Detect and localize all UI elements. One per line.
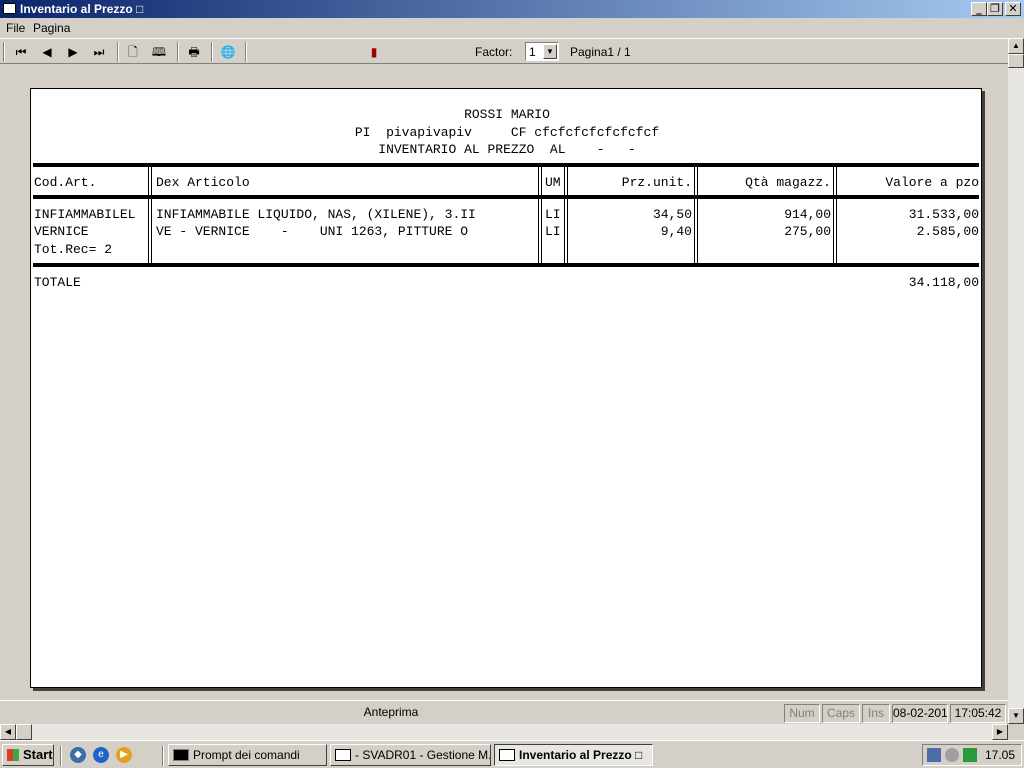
column-header-dex: Dex Articolo xyxy=(156,175,250,190)
task-inventario-al-prezzo[interactable]: Inventario al Prezzo □ xyxy=(494,744,653,766)
scroll-down-icon[interactable]: ▼ xyxy=(1008,708,1024,724)
single-page-icon[interactable]: 🗋 xyxy=(124,43,142,61)
cell-qta: 275,00 xyxy=(784,224,831,239)
status-date: 08-02-2016 xyxy=(892,704,948,723)
tray-app-icon[interactable] xyxy=(945,748,959,762)
column-header-qta: Qtà magazz. xyxy=(745,175,831,190)
minimize-button[interactable]: _ xyxy=(971,2,987,16)
menu-bar: File Pagina xyxy=(0,18,1024,38)
cell-qta: 914,00 xyxy=(784,207,831,222)
tray-security-icon[interactable] xyxy=(963,748,977,762)
status-time: 17:05:42 xyxy=(950,704,1006,723)
toolbar-separator xyxy=(177,42,179,62)
scroll-right-icon[interactable]: ▶ xyxy=(992,724,1008,740)
cell-cod: VERNICE xyxy=(34,224,89,239)
windows-flag-icon xyxy=(7,749,19,761)
status-ins: Ins xyxy=(862,704,890,723)
toolbar: ⏮ ◀ ▶ ⏭ 🗋 🕮 🖶 🌐 ▮ Factor: 1 ▼ Pagina1 / … xyxy=(0,38,1008,64)
body-bottom-rule xyxy=(33,263,979,267)
title-bar: Inventario al Prezzo □ _ ❐ ✕ xyxy=(0,0,1024,18)
report-title: INVENTARIO AL PREZZO AL - - xyxy=(378,142,636,157)
column-separator xyxy=(538,163,542,267)
page-indicator: Pagina1 / 1 xyxy=(570,45,631,59)
column-header-cod: Cod.Art. xyxy=(34,175,97,190)
taskbar-clock: 17.05 xyxy=(985,748,1016,762)
network-icon[interactable] xyxy=(927,748,941,762)
cell-um: LI xyxy=(545,224,561,239)
hscroll-thumb[interactable] xyxy=(16,724,32,740)
show-desktop-icon[interactable]: ◆ xyxy=(70,747,86,763)
header-bottom-rule xyxy=(33,195,979,199)
column-header-prz: Prz.unit. xyxy=(621,175,692,190)
window-icon xyxy=(499,749,515,761)
taskbar: Start ◆ e ▶ Prompt dei comandi - SVADR01… xyxy=(0,740,1024,768)
internet-explorer-icon[interactable]: e xyxy=(93,747,109,763)
column-separator xyxy=(694,163,698,267)
menu-pagina[interactable]: Pagina xyxy=(33,21,70,35)
status-num: Num xyxy=(784,704,820,723)
close-button[interactable]: ✕ xyxy=(1005,2,1021,16)
toolbar-separator xyxy=(117,42,119,62)
column-separator xyxy=(564,163,568,267)
report-fiscal-line: PI pivapivapiv CF cfcfcfcfcfcfcfcf xyxy=(354,125,660,140)
window-icon xyxy=(335,749,351,761)
report-company: ROSSI MARIO xyxy=(464,107,550,122)
scroll-left-icon[interactable]: ◀ xyxy=(0,724,16,740)
console-icon xyxy=(173,749,189,761)
two-pages-icon[interactable]: 🕮 xyxy=(150,43,168,61)
chevron-down-icon[interactable]: ▼ xyxy=(543,44,557,59)
status-bar: Anteprima Num Caps Ins 08-02-2016 17:05:… xyxy=(0,700,1008,724)
cell-dex: VE - VERNICE - UNI 1263, PITTURE O xyxy=(156,224,469,239)
column-header-um: UM xyxy=(545,175,561,190)
task-prompt-dei-comandi[interactable]: Prompt dei comandi xyxy=(168,744,327,766)
cell-um: LI xyxy=(545,207,561,222)
horizontal-scrollbar[interactable]: ◀ ▶ xyxy=(0,724,1008,740)
report-page: ROSSI MARIO PI pivapivapiv CF cfcfcfcfcf… xyxy=(30,88,982,688)
column-header-valore: Valore a pzo xyxy=(885,175,979,190)
first-page-icon[interactable]: ⏮ xyxy=(12,43,30,61)
total-value: 34.118,00 xyxy=(908,275,979,290)
exit-door-icon[interactable]: ▮ xyxy=(365,43,383,61)
system-tray: 17.05 xyxy=(922,744,1022,766)
scroll-thumb[interactable] xyxy=(1008,54,1024,68)
column-separator xyxy=(148,163,152,267)
status-mode: Anteprima xyxy=(363,705,419,719)
preview-area[interactable]: ROSSI MARIO PI pivapivapiv CF cfcfcfcfcf… xyxy=(0,64,1008,700)
scroll-up-icon[interactable]: ▲ xyxy=(1008,38,1024,54)
cell-prz: 34,50 xyxy=(652,207,692,222)
window-title: Inventario al Prezzo □ xyxy=(20,2,144,16)
header-top-rule xyxy=(33,163,979,167)
cell-valore: 2.585,00 xyxy=(916,224,979,239)
toolbar-grip xyxy=(3,42,5,62)
cell-cod: INFIAMMABILEL xyxy=(34,207,136,222)
vertical-scrollbar[interactable]: ▲ ▼ xyxy=(1008,38,1024,724)
toolbar-separator xyxy=(245,42,247,62)
cell-dex: INFIAMMABILE LIQUIDO, NAS, (XILENE), 3.I… xyxy=(156,207,476,222)
cell-prz: 9,40 xyxy=(660,224,692,239)
start-button[interactable]: Start xyxy=(2,744,54,766)
export-icon[interactable]: 🌐 xyxy=(219,43,237,61)
taskbar-separator xyxy=(162,746,164,766)
prev-page-icon[interactable]: ◀ xyxy=(38,43,56,61)
factor-value: 1 xyxy=(529,45,536,59)
factor-select[interactable]: 1 ▼ xyxy=(525,42,559,61)
app-window-icon xyxy=(3,3,16,14)
task-svadr01[interactable]: - SVADR01 - Gestione M... xyxy=(330,744,491,766)
column-separator xyxy=(833,163,837,267)
status-caps: Caps xyxy=(822,704,860,723)
toolbar-separator xyxy=(211,42,213,62)
last-page-icon[interactable]: ⏭ xyxy=(90,43,108,61)
menu-file[interactable]: File xyxy=(6,21,25,35)
total-label: TOTALE xyxy=(34,275,81,290)
next-page-icon[interactable]: ▶ xyxy=(64,43,82,61)
media-player-icon[interactable]: ▶ xyxy=(116,747,132,763)
record-count: Tot.Rec= 2 xyxy=(34,242,113,257)
cell-valore: 31.533,00 xyxy=(908,207,979,222)
factor-label: Factor: xyxy=(475,45,513,59)
print-icon[interactable]: 🖶 xyxy=(185,43,203,61)
restore-button[interactable]: ❐ xyxy=(987,2,1003,16)
taskbar-separator xyxy=(60,746,62,766)
